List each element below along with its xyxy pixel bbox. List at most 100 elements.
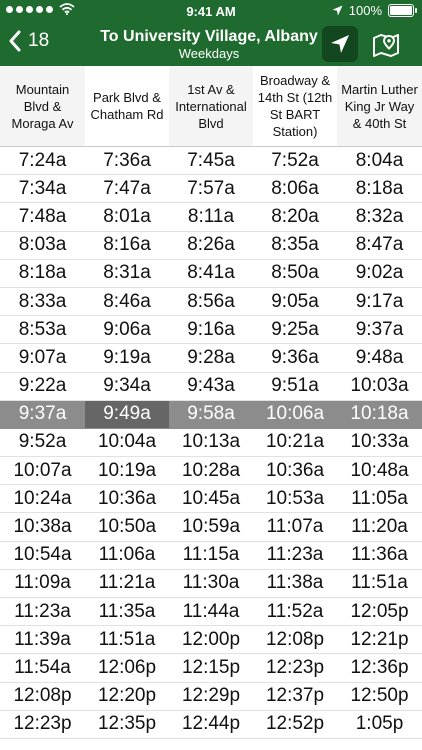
trip-row[interactable]: 10:54a 11:06a 11:15a 11:23a 11:36a [0, 542, 422, 570]
trip-row[interactable]: 10:07a 10:19a 10:28a 10:36a 10:48a [0, 457, 422, 486]
time-cell: 11:23a [14, 600, 71, 622]
time-cell: 10:33a [350, 431, 409, 453]
time-cell: 8:33a [18, 290, 67, 312]
time-cell: 10:19a [97, 459, 157, 481]
stop-header[interactable]: Broadway & 14th St (12th St BART Station… [253, 66, 337, 146]
time-cell: 8:11a [187, 205, 235, 227]
time-cell: 11:06a [98, 544, 156, 566]
time-cell: 9:17a [355, 290, 404, 312]
trip-row[interactable]: 8:03a 8:16a 8:26a 8:35a 8:47a [0, 232, 422, 260]
time-cell: 8:35a [271, 234, 319, 256]
status-bar: 9:41 AM 100% [0, 0, 422, 22]
time-cell: 9:37a [18, 403, 67, 425]
trip-row[interactable]: 9:07a 9:19a 9:28a 9:36a 9:48a [0, 344, 422, 373]
time-cell: 12:36p [350, 656, 409, 678]
app: 9:41 AM 100% 18 To University Village, A… [0, 0, 422, 750]
battery-percent: 100% [348, 3, 382, 18]
trip-row[interactable]: 8:33a 8:46a 8:56a 9:05a 9:17a [0, 288, 422, 317]
time-cell: 12:05p [350, 600, 409, 622]
trip-row[interactable]: 8:53a 9:06a 9:16a 9:25a 9:37a [0, 316, 422, 345]
time-cell: 7:48a [18, 205, 67, 227]
map-button[interactable] [368, 26, 404, 62]
time-cell: 8:31a [103, 262, 151, 284]
time-cell: 10:24a [13, 487, 72, 509]
time-cell: 11:51a [351, 572, 408, 594]
time-cell: 9:48a [355, 346, 404, 368]
nav-bar: 18 To University Village, Albany Weekday… [0, 22, 422, 66]
trip-row[interactable]: 12:23p 12:35p 12:44p 12:52p 1:05p [0, 711, 422, 739]
nav-titles: To University Village, Albany Weekdays [100, 28, 318, 62]
time-cell: 9:52a [18, 431, 67, 453]
time-cell: 9:28a [187, 346, 235, 368]
trip-row[interactable]: 11:54a 12:06p 12:15p 12:23p 12:36p [0, 654, 422, 683]
time-cell: 8:53a [18, 318, 67, 340]
trip-row[interactable]: 10:24a 10:36a 10:45a 10:53a 11:05a [0, 485, 422, 514]
time-cell: 7:24a [18, 149, 67, 171]
time-cell: 12:29p [181, 685, 241, 707]
stop-header[interactable]: Park Blvd & Chatham Rd [85, 66, 169, 146]
trip-row[interactable]: 9:52a 10:04a 10:13a 10:21a 10:33a [0, 429, 422, 458]
time-cell: 11:30a [182, 572, 240, 594]
trip-row[interactable]: 11:23a 11:35a 11:44a 11:52a 12:05p [0, 598, 422, 627]
location-arrow-icon [332, 5, 343, 16]
time-cell: 8:04a [355, 149, 404, 171]
time-cell: 11:52a [266, 600, 324, 622]
trip-row[interactable]: 11:09a 11:21a 11:30a 11:38a 11:51a [0, 570, 422, 598]
time-cell: 8:32a [355, 205, 404, 227]
trip-row[interactable]: 9:22a 9:34a 9:43a 9:51a 10:03a [0, 373, 422, 401]
time-cell: 8:18a [355, 177, 404, 199]
time-cell: 8:46a [103, 290, 151, 312]
trip-row[interactable]: 11:39a 11:51a 12:00p 12:08p 12:21p [0, 626, 422, 655]
trip-row[interactable]: 7:48a 8:01a 8:11a 8:20a 8:32a [0, 203, 422, 232]
stops-header: Mountain Blvd & Moraga Av Park Blvd & Cha… [0, 66, 422, 147]
time-cell: 12:23p [13, 713, 72, 735]
time-cell: 7:45a [187, 149, 235, 171]
timetable: 7:24a 7:36a 7:45a 7:52a 8:04a 7:34a 7:47a 7:57a… [0, 147, 422, 739]
time-cell: 12:06p [97, 656, 157, 678]
time-cell: 10:53a [265, 487, 325, 509]
location-button[interactable] [322, 26, 358, 62]
time-cell: 10:38a [13, 516, 72, 538]
time-cell: 12:23p [265, 656, 325, 678]
page-subtitle: Weekdays [178, 46, 240, 61]
time-cell: 9:05a [271, 290, 319, 312]
time-cell: 9:51a [271, 375, 319, 397]
time-cell: 11:05a [351, 487, 408, 509]
time-cell: 10:54a [13, 544, 72, 566]
time-cell: 8:56a [187, 290, 235, 312]
time-cell: 9:02a [355, 262, 404, 284]
stop-header[interactable]: Martin Luther King Jr Way & 40th St [337, 66, 422, 146]
time-cell: 8:16a [103, 234, 151, 256]
stop-header[interactable]: 1st Av & International Blvd [169, 66, 253, 146]
back-button[interactable]: 18 [8, 30, 49, 52]
time-cell: 8:41a [187, 262, 235, 284]
time-cell: 11:54a [14, 656, 71, 678]
trip-row[interactable]: 7:34a 7:47a 7:57a 8:06a 8:18a [0, 175, 422, 204]
map-pin-icon [373, 34, 399, 57]
time-cell: 11:39a [14, 628, 71, 650]
time-cell: 12:44p [181, 713, 241, 735]
time-cell: 10:59a [181, 516, 241, 538]
time-cell: 12:15p [181, 656, 241, 678]
time-cell: 9:25a [271, 318, 319, 340]
time-cell: 9:07a [18, 346, 67, 368]
time-cell: 8:18a [18, 262, 67, 284]
time-cell: 12:00p [181, 628, 241, 650]
trip-row[interactable]: 12:08p 12:20p 12:29p 12:37p 12:50p [0, 683, 422, 711]
current-trip-row[interactable]: 9:37a 9:49a 9:58a 10:06a 10:18a [0, 400, 422, 429]
stop-header[interactable]: Mountain Blvd & Moraga Av [0, 66, 85, 146]
time-cell: 7:36a [103, 149, 151, 171]
time-cell: 11:23a [266, 544, 324, 566]
time-cell: 8:50a [271, 262, 319, 284]
trip-row[interactable]: 7:24a 7:36a 7:45a 7:52a 8:04a [0, 147, 422, 176]
time-cell: 10:28a [181, 459, 241, 481]
time-cell: 12:50p [350, 685, 409, 707]
navigation-arrow-icon [331, 35, 349, 53]
time-cell: 7:47a [103, 177, 151, 199]
time-cell: 11:36a [351, 544, 408, 566]
time-cell: 9:49a [85, 400, 169, 428]
time-cell: 10:18a [350, 403, 409, 425]
time-cell: 10:04a [97, 431, 157, 453]
trip-row[interactable]: 8:18a 8:31a 8:41a 8:50a 9:02a [0, 260, 422, 288]
trip-row[interactable]: 10:38a 10:50a 10:59a 11:07a 11:20a [0, 513, 422, 542]
